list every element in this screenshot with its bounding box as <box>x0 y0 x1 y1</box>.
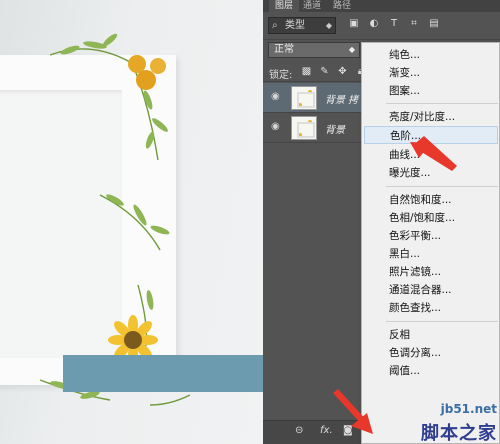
pixel-filter-icon[interactable]: ▣ <box>348 18 360 30</box>
layer-thumbnail <box>291 86 317 110</box>
shape-filter-icon[interactable]: ⌗ <box>408 18 420 30</box>
menu-separator <box>386 103 498 104</box>
overlay-bar <box>63 355 263 392</box>
filter-kind-label: 类型 <box>285 20 305 31</box>
type-filter-icon[interactable]: T <box>388 18 400 30</box>
tab-channels[interactable]: 通道 <box>297 0 327 12</box>
lock-pixels-icon[interactable]: ✎ <box>319 66 330 77</box>
filter-kind-select[interactable]: ⌕ 类型 ◆ <box>268 17 336 34</box>
smart-object-filter-icon[interactable]: ▤ <box>428 18 440 30</box>
menu-item-channel-mixer[interactable]: 通道混合器... <box>389 281 497 299</box>
layer-name: 背景 <box>325 125 345 136</box>
search-icon: ⌕ <box>272 20 278 31</box>
chevron-down-icon: ◆ <box>325 21 332 30</box>
visibility-eye-icon[interactable]: ◉ <box>271 92 283 102</box>
mask-icon[interactable]: ◙ <box>343 425 353 436</box>
panel-tabs: 图层 通道 路径 <box>263 0 500 12</box>
menu-item-brightness-contrast[interactable]: 亮度/对比度... <box>389 108 497 126</box>
menu-separator <box>386 186 498 187</box>
chevron-down-icon: ◆ <box>348 45 355 54</box>
menu-item-black-white[interactable]: 黑白... <box>389 245 497 263</box>
menu-item-threshold[interactable]: 阈值... <box>389 362 497 380</box>
blend-mode-select[interactable]: 正常 ◆ <box>268 42 360 58</box>
blend-mode-label: 正常 <box>274 44 294 55</box>
menu-item-exposure[interactable]: 曝光度... <box>389 164 497 182</box>
link-icon[interactable]: ⊝ <box>295 425 303 436</box>
lock-transparency-icon[interactable]: ▩ <box>301 66 312 77</box>
tab-paths[interactable]: 路径 <box>327 0 357 12</box>
menu-item-color-balance[interactable]: 色彩平衡... <box>389 227 497 245</box>
menu-item-photo-filter[interactable]: 照片滤镜... <box>389 263 497 281</box>
layer-name: 背景 拷 <box>325 95 359 106</box>
layer-thumbnail <box>291 116 317 140</box>
menu-item-pattern[interactable]: 图案... <box>389 82 497 100</box>
menu-item-color-lookup[interactable]: 颜色查找... <box>389 299 497 317</box>
menu-item-solid-color[interactable]: 纯色... <box>389 46 497 64</box>
menu-item-levels[interactable]: 色阶... <box>364 126 498 144</box>
menu-item-curves[interactable]: 曲线... <box>389 146 497 164</box>
watermark-url: jb51.net <box>440 402 497 416</box>
adjustment-menu: 纯色... 渐变... 图案... 亮度/对比度... 色阶... 曲线... … <box>361 42 500 444</box>
menu-item-hue-saturation[interactable]: 色相/饱和度... <box>389 209 497 227</box>
lock-position-icon[interactable]: ✥ <box>337 66 348 77</box>
lock-label: 锁定: <box>269 70 293 81</box>
menu-item-gradient[interactable]: 渐变... <box>389 64 497 82</box>
menu-separator <box>386 321 498 322</box>
adjustment-filter-icon[interactable]: ◐ <box>368 18 380 30</box>
visibility-eye-icon[interactable]: ◉ <box>271 122 283 132</box>
tab-layers[interactable]: 图层 <box>269 0 300 12</box>
document-canvas[interactable] <box>0 0 263 444</box>
menu-item-invert[interactable]: 反相 <box>389 326 497 344</box>
fx-icon[interactable]: fx. <box>320 425 333 436</box>
menu-item-posterize[interactable]: 色调分离... <box>389 344 497 362</box>
menu-item-vibrance[interactable]: 自然饱和度... <box>389 191 497 209</box>
watermark-title: 脚本之家 <box>421 423 497 444</box>
